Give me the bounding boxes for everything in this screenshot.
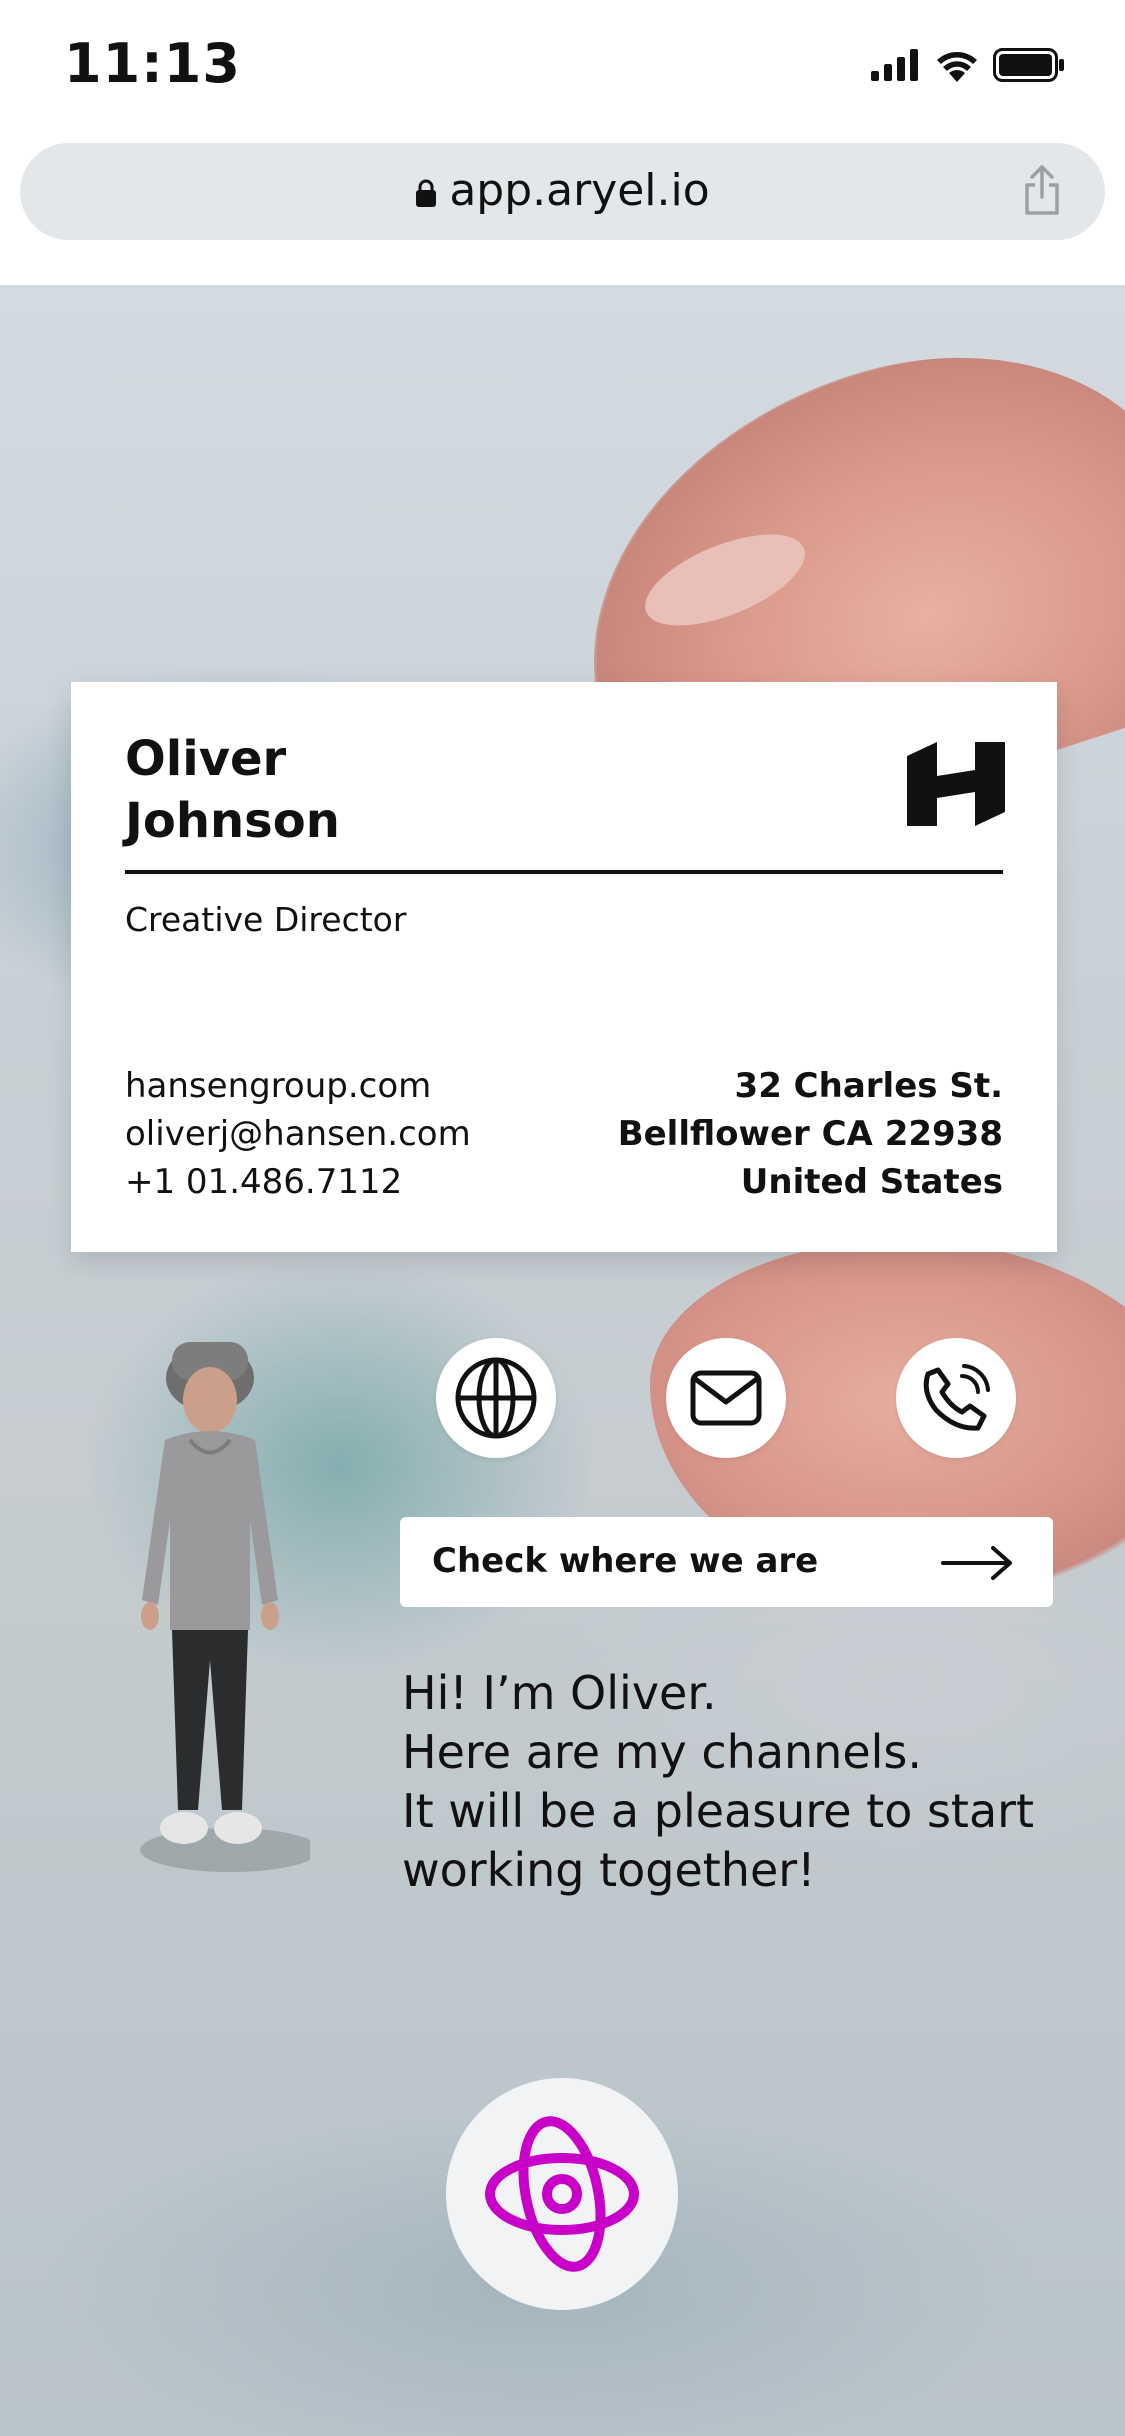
system-icons — [871, 48, 1065, 82]
phone-button[interactable] — [896, 1338, 1016, 1458]
url-text: app.aryel.io — [449, 165, 710, 216]
message-line-2: Here are my channels. — [402, 1725, 922, 1779]
status-time: 11:13 — [64, 32, 241, 95]
globe-icon — [455, 1357, 537, 1439]
message-line-3: It will be a pleasure to start — [402, 1784, 1035, 1838]
avatar-figure — [140, 1342, 310, 1872]
status-bar: 11:13 — [0, 0, 1125, 135]
contact-info: hansengroup.com oliverj@hansen.com +1 01… — [125, 1062, 471, 1206]
signal-icon — [871, 49, 918, 81]
aryel-logo-icon — [485, 2116, 639, 2272]
aryel-brand-button[interactable] — [446, 2078, 678, 2310]
website-button[interactable] — [436, 1338, 556, 1458]
last-name: Johnson — [125, 793, 340, 849]
message-line-4: working together! — [402, 1843, 816, 1897]
arrow-right-icon — [941, 1546, 1012, 1580]
address-line-3: United States — [740, 1162, 1003, 1202]
lock-icon — [416, 179, 437, 207]
envelope-icon — [690, 1370, 762, 1426]
url-display[interactable]: app.aryel.io — [20, 165, 1105, 216]
message-line-1: Hi! I’m Oliver. — [402, 1666, 717, 1720]
share-icon[interactable] — [1021, 165, 1063, 217]
phone-icon — [923, 1364, 990, 1431]
check-location-button[interactable]: Check where we are — [400, 1517, 1053, 1607]
email-text: oliverj@hansen.com — [125, 1114, 471, 1154]
card-divider — [125, 870, 1003, 874]
job-title: Creative Director — [125, 900, 407, 939]
battery-icon — [993, 48, 1064, 82]
greeting-message: Hi! I’m Oliver. Here are my channels. It… — [402, 1664, 1102, 1900]
card-name: Oliver Johnson — [125, 728, 340, 852]
company-logo-icon — [907, 742, 1005, 826]
business-card: Oliver Johnson Creative Director hanseng… — [71, 682, 1057, 1252]
address-line-1: 32 Charles St. — [734, 1066, 1003, 1106]
wifi-icon — [937, 52, 977, 82]
first-name: Oliver — [125, 731, 287, 787]
phone-text: +1 01.486.7112 — [125, 1162, 403, 1202]
email-button[interactable] — [666, 1338, 786, 1458]
address-block: 32 Charles St. Bellflower CA 22938 Unite… — [618, 1062, 1003, 1206]
cta-label: Check where we are — [432, 1541, 819, 1581]
website-text: hansengroup.com — [125, 1066, 432, 1106]
address-line-2: Bellflower CA 22938 — [617, 1114, 1003, 1154]
address-bar[interactable]: app.aryel.io — [20, 143, 1105, 240]
